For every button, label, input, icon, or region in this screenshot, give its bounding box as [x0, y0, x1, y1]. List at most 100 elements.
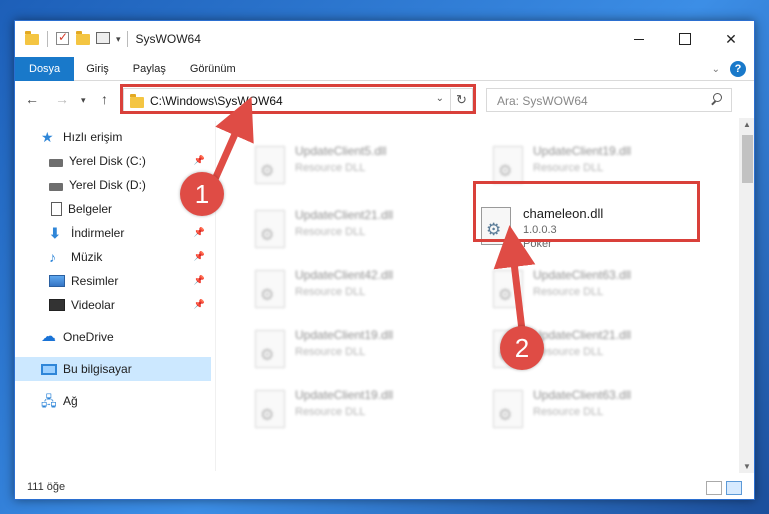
item-count: 111 öğe: [27, 481, 66, 493]
recent-locations-chevron-down-icon[interactable]: ▾: [81, 95, 86, 106]
download-icon: ⬇: [49, 225, 61, 241]
nav-item-label: Yerel Disk (D:): [69, 178, 146, 192]
file-type: Resource DLL: [533, 286, 604, 298]
new-folder-icon[interactable]: [76, 31, 90, 46]
address-path[interactable]: C:\Windows\SysWOW64: [150, 94, 283, 108]
tab-home[interactable]: Giriş: [74, 57, 121, 81]
nav-item-label: Resimler: [71, 274, 119, 288]
file-name: UpdateClient21.dll: [295, 208, 394, 222]
network-icon: 🖧: [41, 393, 57, 409]
file-tile[interactable]: UpdateClient21.dll Resource DLL: [243, 202, 468, 260]
document-icon: [51, 202, 62, 216]
close-button[interactable]: ✕: [708, 21, 754, 57]
star-icon: ★: [41, 129, 54, 145]
nav-item-this-pc[interactable]: Bu bilgisayar: [15, 357, 211, 381]
scrollbar-thumb[interactable]: [742, 135, 753, 183]
tab-share[interactable]: Paylaş: [121, 57, 178, 81]
dll-file-icon: [255, 390, 285, 428]
title-divider: [126, 31, 128, 47]
back-arrow-icon[interactable]: ←: [25, 91, 39, 107]
file-tile[interactable]: UpdateClient19.dll Resource DLL: [481, 138, 706, 196]
tab-file[interactable]: Dosya: [15, 56, 75, 81]
pin-icon: 📌: [193, 155, 205, 165]
file-version: 1.0.0.3: [523, 224, 557, 236]
file-tile[interactable]: UpdateClient19.dll Resource DLL: [243, 382, 468, 440]
customize-toolbar-chevron-down-icon[interactable]: ▾: [116, 34, 121, 45]
scroll-down-icon[interactable]: ▼: [743, 462, 751, 471]
music-icon: ♪: [49, 249, 56, 265]
up-arrow-icon[interactable]: ↑: [101, 91, 108, 107]
pictures-icon: [49, 275, 65, 287]
file-tile[interactable]: UpdateClient63.dll Resource DLL: [481, 382, 706, 440]
dll-file-icon: [493, 146, 523, 184]
file-tile[interactable]: UpdateClient63.dll Resource DLL: [481, 262, 706, 320]
maximize-button[interactable]: [662, 21, 708, 57]
nav-item-pictures[interactable]: Resimler 📌: [15, 269, 211, 293]
folder-icon: [25, 31, 39, 46]
toolbar-divider: [47, 31, 48, 47]
nav-item-music[interactable]: ♪ Müzik 📌: [15, 245, 211, 269]
file-tile-chameleon-dll[interactable]: chameleon.dll 1.0.0.3 Poker: [475, 201, 697, 257]
nav-item-videos[interactable]: Videolar 📌: [15, 293, 211, 317]
file-tile[interactable]: UpdateClient42.dll Resource DLL: [243, 262, 468, 320]
file-name: UpdateClient19.dll: [295, 328, 394, 342]
details-view-icon[interactable]: [706, 481, 722, 495]
tab-view[interactable]: Görünüm: [178, 57, 248, 81]
file-tile[interactable]: UpdateClient5.dll Resource DLL: [243, 138, 468, 196]
title-bar: ▾ SysWOW64 ✕: [15, 21, 754, 57]
pin-icon: 📌: [193, 275, 205, 285]
large-icons-view-icon[interactable]: [726, 481, 742, 495]
dll-file-icon: [481, 207, 511, 245]
search-icon[interactable]: [711, 93, 723, 105]
vertical-scrollbar[interactable]: ▲ ▼: [739, 118, 754, 473]
file-name: UpdateClient19.dll: [295, 388, 394, 402]
minimize-button[interactable]: [616, 21, 662, 57]
refresh-icon[interactable]: ↻: [450, 89, 472, 111]
file-type: Resource DLL: [533, 162, 604, 174]
file-type: Resource DLL: [295, 286, 366, 298]
dll-file-icon: [255, 270, 285, 308]
address-history-chevron-down-icon[interactable]: ⌄: [436, 93, 444, 104]
nav-item-quick-access[interactable]: ★ Hızlı erişim: [15, 125, 211, 149]
nav-item-label: Belgeler: [68, 202, 113, 216]
properties-check-icon[interactable]: [56, 30, 70, 46]
nav-item-local-disk-c[interactable]: Yerel Disk (C:) 📌: [15, 149, 211, 173]
scroll-up-icon[interactable]: ▲: [743, 120, 751, 129]
ribbon-right-controls: ⌄ ?: [712, 61, 746, 77]
address-bar[interactable]: C:\Windows\SysWOW64 ⌄ ↻: [123, 88, 473, 112]
window-controls: ✕: [616, 21, 754, 57]
file-type: Resource DLL: [533, 406, 604, 418]
nav-item-label: Yerel Disk (C:): [69, 154, 146, 168]
nav-item-onedrive[interactable]: ☁ OneDrive: [15, 325, 211, 349]
forward-arrow-icon[interactable]: →: [55, 91, 69, 107]
explorer-window: ▾ SysWOW64 ✕ Dosya Giriş Paylaş Görünüm …: [14, 20, 755, 500]
search-input[interactable]: Ara: SysWOW64: [486, 88, 732, 112]
pane-splitter[interactable]: [215, 121, 216, 471]
file-type: Resource DLL: [295, 406, 366, 418]
nav-item-network[interactable]: 🖧 Ağ: [15, 389, 211, 413]
dll-file-icon: [493, 390, 523, 428]
expand-ribbon-chevron-down-icon[interactable]: ⌄: [712, 64, 720, 75]
search-placeholder: Ara: SysWOW64: [497, 94, 588, 108]
disk-icon: [49, 159, 63, 167]
computer-icon: [41, 363, 57, 375]
help-icon[interactable]: ?: [730, 61, 746, 77]
close-icon: ✕: [725, 30, 737, 47]
step-2-badge: 2: [500, 326, 544, 370]
nav-item-label: Bu bilgisayar: [63, 362, 132, 376]
dll-file-icon: [493, 270, 523, 308]
file-name: UpdateClient63.dll: [533, 268, 632, 282]
quick-access-toolbar: ▾: [25, 30, 121, 47]
file-tile[interactable]: UpdateClient19.dll Resource DLL: [243, 322, 468, 380]
file-name: UpdateClient19.dll: [533, 144, 632, 158]
pin-icon: 📌: [193, 227, 205, 237]
nav-item-downloads[interactable]: ⬇ İndirmeler 📌: [15, 221, 211, 245]
address-folder-icon: [130, 94, 144, 108]
window-title: SysWOW64: [135, 32, 201, 46]
properties-icon[interactable]: [96, 32, 110, 46]
view-switcher: [706, 481, 742, 495]
nav-item-label: İndirmeler: [71, 226, 125, 240]
file-name: UpdateClient5.dll: [295, 144, 387, 158]
navigation-pane: ★ Hızlı erişim Yerel Disk (C:) 📌 Yerel D…: [15, 121, 211, 461]
disk-icon: [49, 183, 63, 191]
